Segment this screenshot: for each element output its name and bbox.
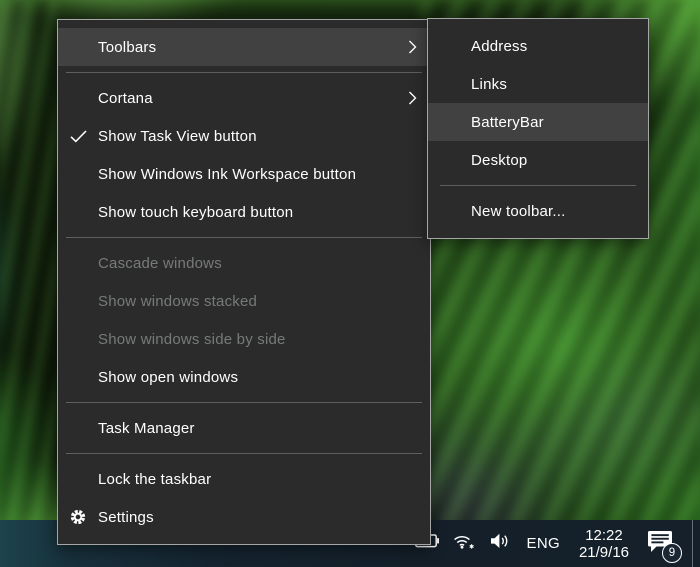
menu-item-toolbars[interactable]: Toolbars: [58, 28, 430, 66]
action-center-button[interactable]: 9: [639, 520, 684, 567]
clock-date: 21/9/16: [578, 543, 629, 561]
wifi-limited-icon: [453, 532, 476, 555]
menu-item-label: Desktop: [471, 151, 528, 169]
menu-item-label: Show windows side by side: [98, 330, 286, 348]
system-tray: ENG 12:22 21/9/16 9: [408, 520, 700, 567]
submenu-item-address[interactable]: Address: [428, 27, 648, 65]
clock-time: 12:22: [585, 526, 623, 544]
menu-item-label: Address: [471, 37, 528, 55]
chevron-right-icon: [408, 90, 417, 106]
menu-item-task-manager[interactable]: Task Manager: [58, 409, 430, 447]
menu-separator: [440, 185, 636, 186]
menu-item-show-windows-stacked: Show windows stacked: [58, 282, 430, 320]
notification-count-badge: 9: [662, 543, 682, 563]
submenu-item-new-toolbar[interactable]: New toolbar...: [428, 192, 648, 230]
submenu-item-desktop[interactable]: Desktop: [428, 141, 648, 179]
network-tray-button[interactable]: [446, 520, 483, 567]
submenu-item-batterybar[interactable]: BatteryBar: [428, 103, 648, 141]
wallpaper-fern-texture-left: [0, 0, 58, 527]
checkmark-icon: [58, 129, 98, 143]
menu-item-settings[interactable]: Settings: [58, 498, 430, 536]
chevron-right-icon: [408, 39, 417, 55]
clock[interactable]: 12:22 21/9/16: [569, 520, 639, 567]
menu-item-label: Show touch keyboard button: [98, 203, 294, 221]
taskbar-context-menu: Toolbars Cortana Show Task View button S…: [57, 19, 431, 545]
toolbars-submenu: Address Links BatteryBar Desktop New too…: [427, 18, 649, 239]
menu-item-label: Show open windows: [98, 368, 239, 386]
gear-icon: [58, 508, 98, 526]
menu-item-label: Cortana: [98, 89, 153, 107]
submenu-item-links[interactable]: Links: [428, 65, 648, 103]
menu-item-label: Show windows stacked: [98, 292, 258, 310]
volume-tray-button[interactable]: [483, 520, 518, 567]
menu-item-show-touch-keyboard-button[interactable]: Show touch keyboard button: [58, 193, 430, 231]
menu-item-show-task-view-button[interactable]: Show Task View button: [58, 117, 430, 155]
menu-item-label: Show Windows Ink Workspace button: [98, 165, 357, 183]
menu-item-label: Lock the taskbar: [98, 470, 212, 488]
language-indicator[interactable]: ENG: [518, 520, 569, 567]
menu-separator: [66, 453, 422, 454]
menu-separator: [66, 402, 422, 403]
menu-item-label: Show Task View button: [98, 127, 257, 145]
menu-item-label: Toolbars: [98, 38, 157, 56]
speaker-icon: [490, 532, 511, 555]
menu-separator: [66, 72, 422, 73]
menu-item-label: New toolbar...: [471, 202, 566, 220]
menu-separator: [66, 237, 422, 238]
menu-item-cortana[interactable]: Cortana: [58, 79, 430, 117]
menu-item-show-windows-ink-workspace-button[interactable]: Show Windows Ink Workspace button: [58, 155, 430, 193]
show-desktop-button[interactable]: [693, 520, 700, 567]
menu-item-label: Settings: [98, 508, 154, 526]
menu-item-label: Links: [471, 75, 508, 93]
menu-item-label: Task Manager: [98, 419, 195, 437]
menu-item-show-open-windows[interactable]: Show open windows: [58, 358, 430, 396]
language-label: ENG: [526, 535, 560, 552]
menu-item-label: BatteryBar: [471, 113, 544, 131]
menu-item-cascade-windows: Cascade windows: [58, 244, 430, 282]
menu-item-show-windows-side-by-side: Show windows side by side: [58, 320, 430, 358]
menu-item-lock-the-taskbar[interactable]: Lock the taskbar: [58, 460, 430, 498]
menu-item-label: Cascade windows: [98, 254, 222, 272]
